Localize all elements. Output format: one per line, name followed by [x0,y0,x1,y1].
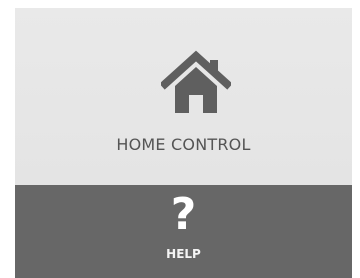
home-control-label: HOME CONTROL [116,135,251,154]
home-control-tile[interactable]: HOME CONTROL [15,8,352,185]
home-icon [161,50,231,113]
help-tile[interactable]: ? HELP [15,185,352,278]
main-menu-screen: HOME CONTROL ? HELP [0,0,360,278]
help-label: HELP [166,247,201,261]
question-mark-icon: ? [170,189,197,240]
